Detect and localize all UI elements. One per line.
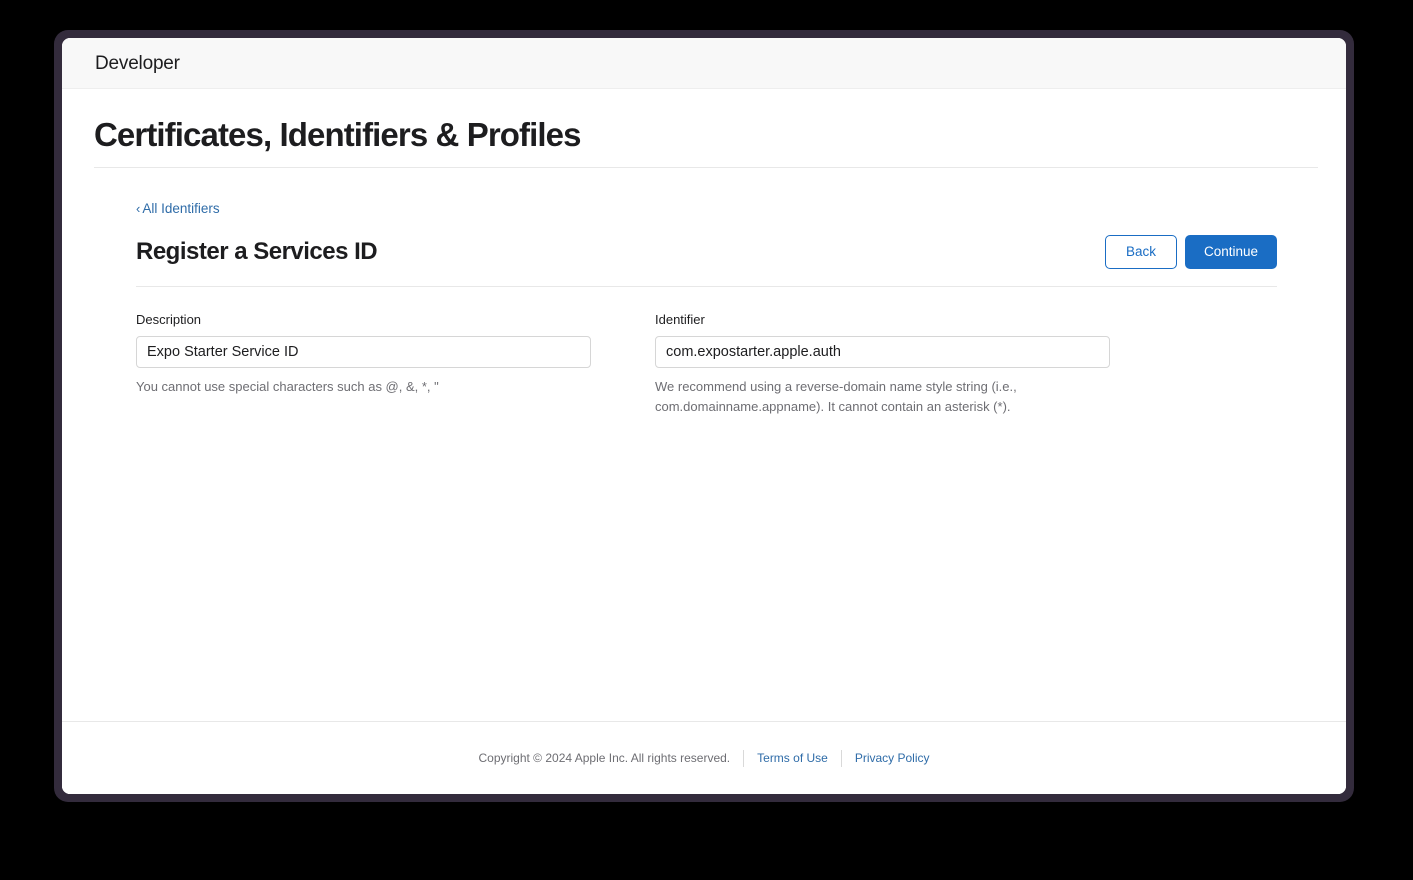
continue-button[interactable]: Continue xyxy=(1184,234,1277,270)
copyright-text: Copyright © 2024 Apple Inc. All rights r… xyxy=(478,751,731,765)
breadcrumb-label: All Identifiers xyxy=(142,200,220,216)
terms-of-use-link[interactable]: Terms of Use xyxy=(757,751,828,765)
privacy-policy-link[interactable]: Privacy Policy xyxy=(855,751,930,765)
description-input[interactable] xyxy=(136,336,591,369)
identifier-help-text: We recommend using a reverse-domain name… xyxy=(655,379,1017,415)
chevron-left-icon: ‹ xyxy=(136,200,141,216)
page-title-section: Certificates, Identifiers & Profiles xyxy=(62,89,1346,168)
footer-divider-1 xyxy=(743,749,745,767)
browser-window-content: Developer Certificates, Identifiers & Pr… xyxy=(62,38,1346,794)
identifier-field-group: Identifier We recommend using a reverse-… xyxy=(655,312,1110,417)
site-header: Developer xyxy=(62,38,1346,89)
section-header: Register a Services ID Back Continue xyxy=(136,234,1277,270)
description-help-text: You cannot use special characters such a… xyxy=(136,379,439,395)
description-label: Description xyxy=(136,312,202,328)
screen: Developer Certificates, Identifiers & Pr… xyxy=(0,0,1413,880)
action-buttons: Back Continue xyxy=(1104,234,1277,270)
browser-window-frame: Developer Certificates, Identifiers & Pr… xyxy=(54,30,1354,802)
footer-content: Copyright © 2024 Apple Inc. All rights r… xyxy=(478,749,930,767)
footer-divider-2 xyxy=(840,749,842,767)
identifier-input[interactable] xyxy=(655,336,1110,369)
section-divider xyxy=(136,286,1277,288)
main-content: ‹ All Identifiers Register a Services ID … xyxy=(62,168,1346,417)
page-body: Certificates, Identifiers & Profiles ‹ Al… xyxy=(62,89,1346,794)
section-title: Register a Services ID xyxy=(136,237,378,265)
description-field-group: Description You cannot use special chara… xyxy=(136,312,591,417)
site-footer: Copyright © 2024 Apple Inc. All rights r… xyxy=(62,721,1346,794)
page-title: Certificates, Identifiers & Profiles xyxy=(94,116,581,153)
identifier-label: Identifier xyxy=(655,312,705,328)
breadcrumb-all-identifiers[interactable]: ‹ All Identifiers xyxy=(136,202,220,216)
brand-label: Developer xyxy=(95,52,180,74)
registration-form: Description You cannot use special chara… xyxy=(136,312,1277,417)
back-button[interactable]: Back xyxy=(1104,234,1177,270)
apple-developer-logo[interactable]: Developer xyxy=(94,54,180,73)
